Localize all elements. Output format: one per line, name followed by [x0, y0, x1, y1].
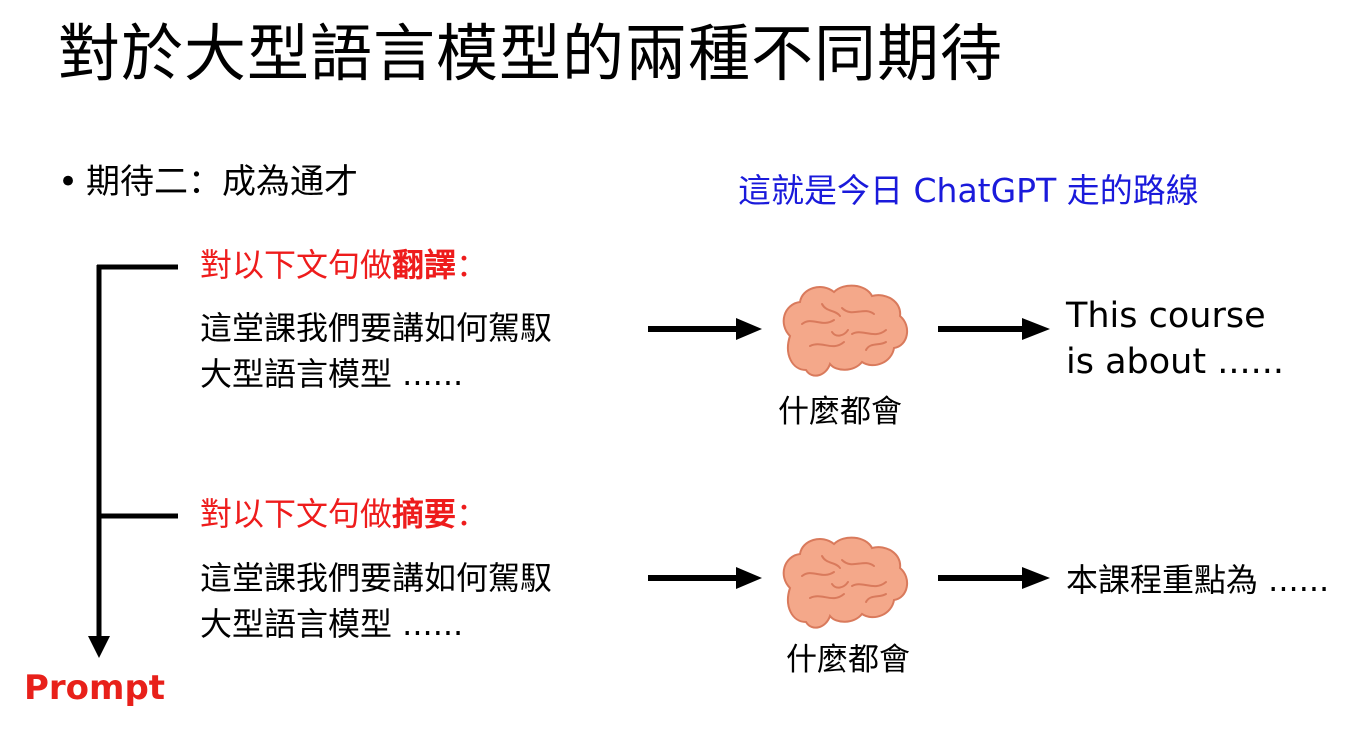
arrow-right-icon: [648, 318, 762, 340]
arrow-right-icon: [938, 567, 1050, 589]
brain-icon: [782, 536, 909, 629]
diagram-graphics: [88, 264, 1050, 658]
arrow-right-icon: [938, 318, 1050, 340]
prompt-bracket: [88, 264, 178, 658]
brain-icon: [782, 284, 909, 377]
arrow-right-icon: [648, 567, 762, 589]
arrow-down-icon: [88, 636, 110, 658]
